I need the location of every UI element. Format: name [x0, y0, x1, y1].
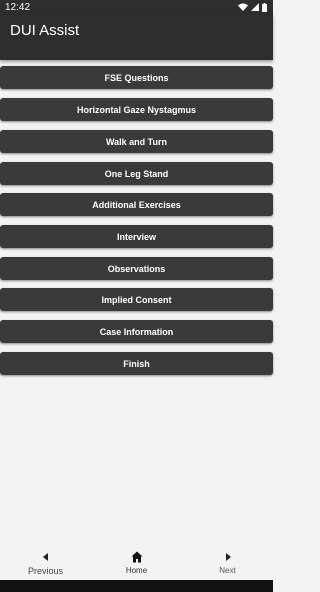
one-leg-stand-button[interactable]: One Leg Stand — [0, 162, 273, 185]
nav-home-label: Home — [125, 566, 148, 575]
status-bar: 12:42 — [0, 0, 273, 14]
caret-right-icon — [225, 551, 231, 563]
walk-and-turn-button[interactable]: Walk and Turn — [0, 130, 273, 153]
status-time: 12:42 — [5, 1, 31, 13]
case-information-button[interactable]: Case Information — [0, 320, 273, 343]
nav-home[interactable]: Home — [91, 545, 182, 580]
status-icons — [238, 2, 267, 12]
wifi-icon — [238, 3, 248, 11]
battery-icon — [262, 2, 267, 12]
nav-next[interactable]: Next — [182, 545, 273, 580]
fse-questions-button[interactable]: FSE Questions — [0, 66, 273, 89]
nav-previous[interactable]: Previous — [0, 545, 91, 580]
app-bar: DUI Assist — [0, 14, 273, 60]
nav-previous-label: Previous — [27, 566, 63, 576]
app-title: DUI Assist — [10, 22, 80, 39]
nav-next-label: Next — [219, 566, 236, 575]
implied-consent-button[interactable]: Implied Consent — [0, 288, 273, 311]
signal-icon — [251, 3, 259, 11]
observations-button[interactable]: Observations — [0, 257, 273, 280]
caret-left-icon — [42, 551, 49, 563]
interview-button[interactable]: Interview — [0, 225, 273, 248]
horizontal-gaze-nystagmus-button[interactable]: Horizontal Gaze Nystagmus — [0, 98, 273, 121]
additional-exercises-button[interactable]: Additional Exercises — [0, 193, 273, 216]
bottom-navigation: Previous Home Next — [0, 545, 273, 580]
home-icon — [131, 551, 143, 563]
system-gesture-bar — [0, 580, 273, 592]
finish-button[interactable]: Finish — [0, 352, 273, 375]
